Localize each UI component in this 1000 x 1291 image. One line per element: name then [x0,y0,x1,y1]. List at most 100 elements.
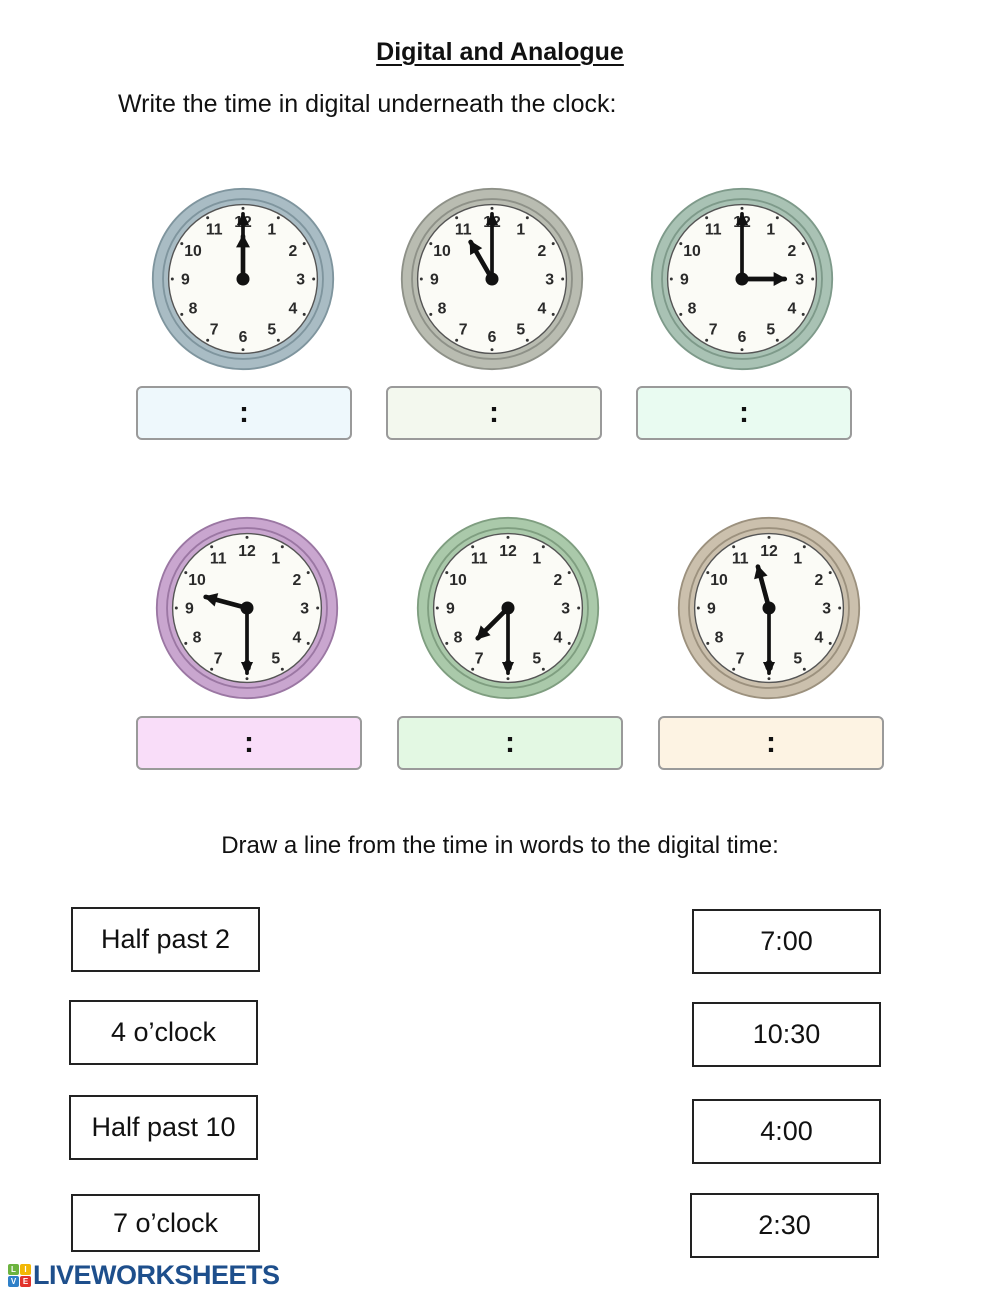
hour-tick [828,571,832,575]
time-in-words-box[interactable]: Half past 2 [71,907,260,972]
clock-numeral: 3 [795,272,804,289]
clock-numeral: 5 [766,322,775,339]
hour-tick [567,571,571,575]
clock-numeral: 8 [438,300,447,317]
colon-separator: : [766,726,776,759]
hour-tick [280,545,284,549]
hour-tick [679,242,683,246]
time-in-words-box[interactable]: 7 o’clock [71,1194,260,1252]
hour-tick [445,641,449,645]
clock-numeral: 11 [732,551,749,568]
clock-numeral: 8 [454,629,463,646]
logo-tile: L [8,1264,19,1275]
hour-tick [306,641,310,645]
time-words-label: 7 o’clock [112,1207,219,1238]
clock-center-pin [735,272,749,286]
hour-tick [210,545,214,549]
clock-numeral: 3 [300,601,309,618]
clock-numeral: 2 [538,243,547,260]
clock-numeral: 10 [710,572,728,589]
liveworksheets-logo[interactable]: L I V E LIVEWORKSHEETS [8,1260,280,1291]
hour-tick [435,606,439,610]
clock-numeral: 8 [193,629,202,646]
clock-numeral: 4 [293,629,302,646]
clock-numeral: 3 [822,601,831,618]
clock-numeral: 2 [788,243,797,260]
digital-answer-box[interactable]: : [136,716,362,770]
clock-numeral: 12 [238,543,256,560]
digital-answer-box[interactable]: : [658,716,884,770]
analogue-clock: 121234567891011 [676,515,862,701]
digital-time-box[interactable]: 7:00 [692,909,881,974]
analogue-clock: 121234567891011 [649,186,835,372]
instruction-write-digital: Write the time in digital underneath the… [118,90,617,118]
clock-numeral: 10 [188,572,206,589]
clock-numeral: 7 [210,322,219,339]
colon-separator: : [244,726,254,759]
hour-tick [732,545,736,549]
hour-tick [245,535,249,539]
logo-tile: E [20,1276,31,1287]
hour-tick [429,312,433,316]
digital-time-label: 2:30 [758,1210,811,1240]
clock-numeral: 11 [206,222,223,239]
clock-numeral: 5 [532,651,541,668]
hour-tick [740,348,744,352]
hour-tick [679,312,683,316]
digital-time-box[interactable]: 4:00 [692,1099,881,1164]
hour-tick [316,606,320,610]
digital-answer-box[interactable]: : [397,716,623,770]
clock-numeral: 12 [760,543,778,560]
hour-tick [802,667,806,671]
hour-tick [775,216,779,220]
time-words-label: Half past 10 [91,1112,236,1142]
digital-answer-box[interactable]: : [136,386,352,440]
logo-tiles-icon: L I V E [8,1264,31,1287]
hour-tick [506,535,510,539]
hour-tick [706,571,710,575]
hour-tick [276,216,280,220]
analogue-clock: 121234567891011 [399,186,585,372]
hour-tick [180,312,184,316]
hour-tick [306,571,310,575]
digital-time-box[interactable]: 2:30 [690,1193,879,1258]
clock-numeral: 1 [516,222,525,239]
colon-separator: : [489,396,499,429]
digital-answer-box[interactable]: : [386,386,602,440]
digital-time-label: 4:00 [760,1116,813,1146]
hour-tick [525,338,529,342]
hour-tick [184,641,188,645]
hour-tick [551,312,555,316]
clock-numeral: 9 [181,272,190,289]
hour-tick [419,277,423,281]
hour-tick [455,338,459,342]
clock-numeral: 4 [289,300,298,317]
hour-tick [206,216,210,220]
clock-numeral: 1 [793,551,802,568]
hour-tick [541,545,545,549]
clock-numeral: 6 [239,329,248,346]
clock-numeral: 7 [214,651,223,668]
hour-tick [577,606,581,610]
hour-tick [174,606,178,610]
digital-answer-box[interactable]: : [636,386,852,440]
hour-tick [732,667,736,671]
time-in-words-box[interactable]: Half past 10 [69,1095,258,1160]
hour-tick [811,277,815,281]
colon-separator: : [239,396,249,429]
hour-tick [561,277,565,281]
hour-tick [245,677,249,681]
clock-numeral: 12 [499,543,517,560]
digital-time-box[interactable]: 10:30 [692,1002,881,1067]
hour-tick [801,312,805,316]
clock-numeral: 10 [433,243,451,260]
digital-time-label: 10:30 [752,1019,821,1049]
hour-tick [567,641,571,645]
hour-tick [802,545,806,549]
hour-tick [705,338,709,342]
clock-face-svg: 121234567891011 [650,187,834,371]
time-in-words-box[interactable]: 4 o’clock [69,1000,258,1065]
hour-tick [241,206,245,210]
clock-numeral: 6 [738,329,747,346]
clock-center-pin [501,601,515,615]
